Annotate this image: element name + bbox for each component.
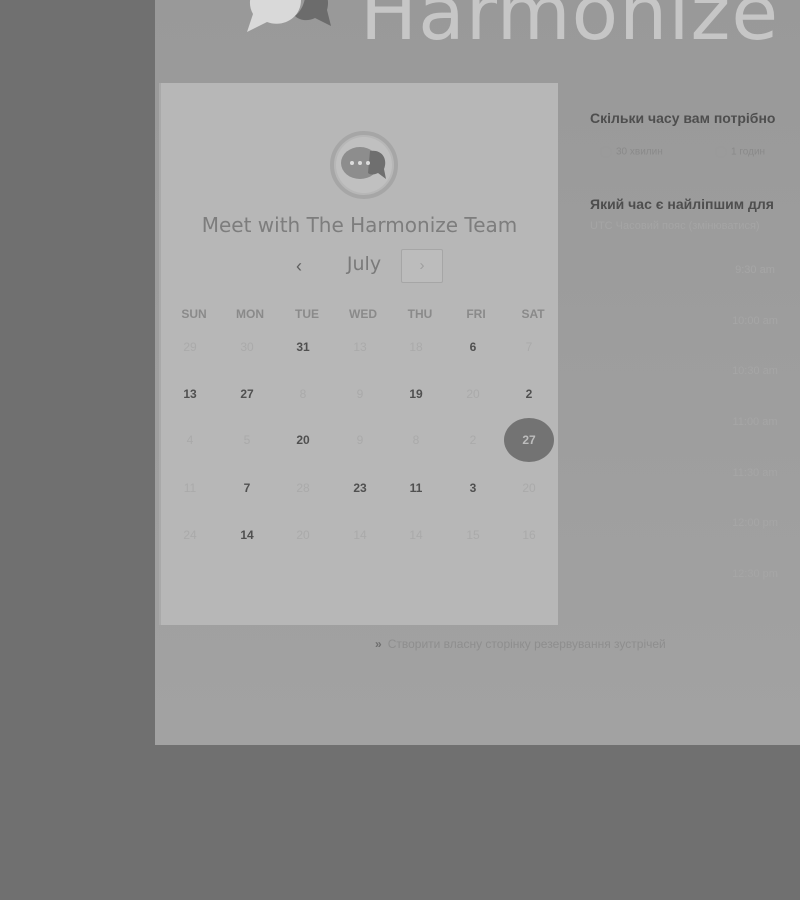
time-question: Який час є найліпшим для: [590, 196, 774, 212]
time-slot[interactable]: 11:00 am: [710, 410, 800, 434]
calendar-day: 15: [466, 528, 480, 542]
radio-icon: [715, 146, 727, 158]
calendar-day[interactable]: 19: [396, 384, 436, 404]
duration-option[interactable]: 30 хвилин: [600, 146, 663, 162]
calendar-day: 9: [356, 433, 364, 447]
duration-label: 30 хвилин: [616, 146, 663, 158]
calendar-day: 20: [296, 528, 310, 542]
calendar-day-selected[interactable]: 27: [504, 418, 554, 462]
calendar-day: 29: [183, 340, 197, 354]
calendar-day: 8: [299, 387, 307, 401]
calendar-day: 28: [296, 481, 310, 495]
calendar-day[interactable]: 14: [227, 525, 267, 545]
calendar-day: 14: [353, 528, 367, 542]
calendar-day[interactable]: 6: [453, 337, 493, 357]
calendar-days-grid: 29 30 31 13 18 6 7 13 27 8 9 19 20 2 4 5 20 9 8 2 27 11 7 28 23 1…: [161, 83, 558, 625]
calendar-day[interactable]: 2: [509, 384, 549, 404]
calendar-day[interactable]: 11: [396, 478, 436, 498]
radio-icon: [600, 146, 612, 158]
calendar-day: 2: [469, 433, 477, 447]
brand-name: Harmonize: [360, 0, 780, 57]
calendar-day[interactable]: 13: [170, 384, 210, 404]
create-booking-page-link[interactable]: » Створити власну сторінку резервування з…: [375, 637, 666, 651]
timezone-note: UTC Часовий пояс (змінюватися): [590, 220, 760, 232]
time-slot[interactable]: 10:30 am: [710, 359, 800, 383]
duration-label: 1 годин: [731, 146, 766, 158]
calendar-day: 24: [183, 528, 197, 542]
calendar-day[interactable]: 23: [340, 478, 380, 498]
calendar-card: Meet with The Harmonize Team ‹ July › SU…: [159, 83, 558, 625]
duration-option[interactable]: 1 годин: [715, 146, 765, 162]
time-slot[interactable]: 12:30 pm: [710, 562, 800, 586]
calendar-day[interactable]: 7: [227, 478, 267, 498]
duration-question: Скільки часу вам потрібно: [590, 110, 776, 126]
calendar-day: 16: [522, 528, 536, 542]
footer-link-label: Створити власну сторінку резервування зу…: [387, 637, 666, 651]
calendar-day: 14: [409, 528, 423, 542]
calendar-day[interactable]: 27: [227, 384, 267, 404]
calendar-day: 20: [522, 481, 536, 495]
time-slot[interactable]: 11:30 am: [710, 461, 800, 485]
time-slot[interactable]: 12:00 pm: [710, 511, 800, 535]
calendar-day[interactable]: 3: [453, 478, 493, 498]
calendar-day: 30: [240, 340, 254, 354]
calendar-day: 11: [183, 481, 197, 495]
calendar-day: 4: [186, 433, 194, 447]
chat-bubble-logo-icon: [247, 0, 331, 32]
calendar-day: 9: [356, 387, 364, 401]
calendar-day[interactable]: 20: [283, 430, 323, 450]
calendar-day: 20: [466, 387, 480, 401]
double-chevron-right-icon: »: [375, 637, 382, 651]
time-slot[interactable]: 10:00 am: [710, 309, 800, 333]
time-slot[interactable]: 9:30 am: [710, 258, 800, 282]
calendar-day[interactable]: 31: [283, 337, 323, 357]
calendar-day: 7: [525, 340, 533, 354]
calendar-day: 13: [353, 340, 367, 354]
calendar-day: 5: [243, 433, 251, 447]
calendar-day: 8: [412, 433, 420, 447]
calendar-day: 18: [409, 340, 423, 354]
booking-panel: Harmonize Meet with The Harmonize Team ‹…: [155, 0, 800, 745]
